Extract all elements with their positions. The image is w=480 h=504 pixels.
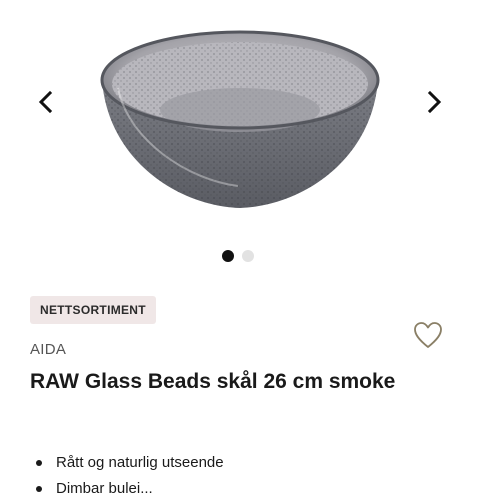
- product-brand[interactable]: AIDA: [30, 341, 66, 358]
- feature-item: Dimbar bulei...: [36, 478, 224, 504]
- feature-item: Rått og naturlig utseende: [36, 452, 224, 478]
- feature-list: Rått og naturlig utseende Dimbar bulei..…: [36, 452, 224, 504]
- heart-outline-icon: [414, 322, 442, 348]
- carousel-indicator: [222, 250, 254, 262]
- status-badge: NETTSORTIMENT: [30, 296, 156, 324]
- carousel-next-button[interactable]: [418, 86, 450, 118]
- product-image: [100, 30, 380, 208]
- product-title: RAW Glass Beads skål 26 cm smoke: [30, 370, 396, 393]
- carousel-prev-button[interactable]: [30, 86, 62, 118]
- wishlist-button[interactable]: [412, 320, 444, 350]
- chevron-right-icon: [427, 90, 442, 114]
- chevron-left-icon: [38, 90, 53, 114]
- carousel-dot-1[interactable]: [222, 250, 234, 262]
- carousel-dot-2[interactable]: [242, 250, 254, 262]
- image-carousel[interactable]: [0, 0, 480, 240]
